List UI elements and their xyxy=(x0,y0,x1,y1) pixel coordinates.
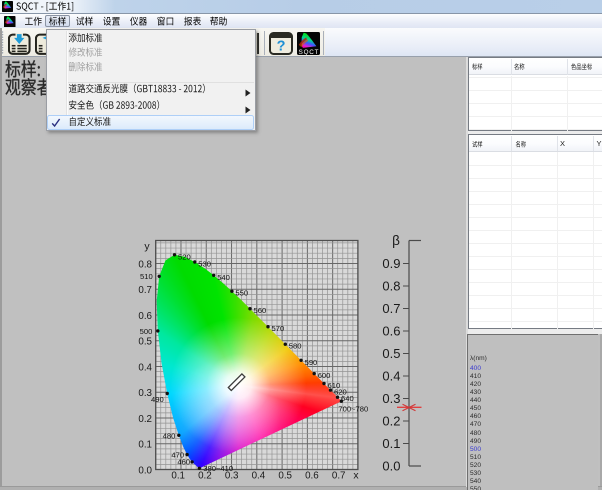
svg-text:460: 460 xyxy=(177,458,190,467)
svg-text:510: 510 xyxy=(140,272,153,281)
svg-text:530: 530 xyxy=(198,260,211,269)
svg-text:490: 490 xyxy=(151,395,164,404)
svg-text:560: 560 xyxy=(254,306,267,315)
svg-text:570: 570 xyxy=(272,324,285,333)
svg-text:540: 540 xyxy=(217,273,230,282)
svg-text:600: 600 xyxy=(318,371,331,380)
svg-text:500: 500 xyxy=(140,327,153,336)
svg-text:480: 480 xyxy=(163,432,176,441)
svg-text:520: 520 xyxy=(178,252,191,261)
svg-text:?: ? xyxy=(277,39,286,55)
svg-text:590: 590 xyxy=(305,358,318,367)
svg-text:SQCT: SQCT xyxy=(298,49,318,55)
svg-text:700~780: 700~780 xyxy=(338,405,368,414)
svg-text:550: 550 xyxy=(235,289,248,298)
svg-text:380~410: 380~410 xyxy=(203,464,233,473)
svg-text:580: 580 xyxy=(289,342,302,351)
